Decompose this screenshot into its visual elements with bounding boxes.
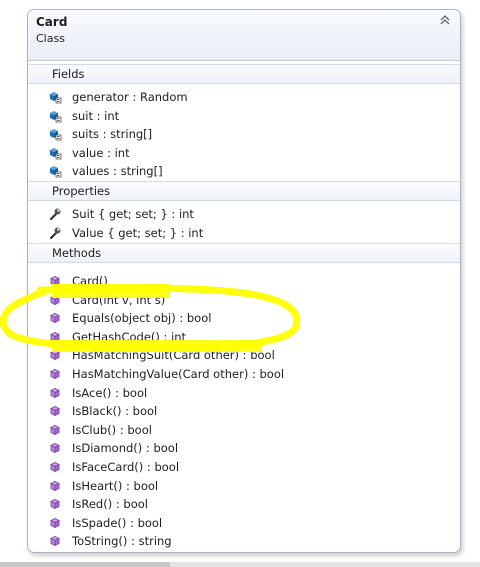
method-label: Equals(object obj) : bool: [72, 311, 212, 326]
method-row[interactable]: IsSpade() : bool: [28, 514, 460, 532]
field-row[interactable]: value : int: [28, 144, 460, 162]
class-header[interactable]: Card Class: [28, 10, 460, 61]
field-row[interactable]: generator : Random: [28, 88, 460, 106]
field-icon: [50, 166, 62, 178]
method-label: HasMatchingSuit(Card other) : bool: [72, 348, 275, 363]
method-cube-icon: [50, 499, 60, 510]
method-label: Card(): [72, 274, 108, 288]
method-cube-icon: [50, 424, 60, 435]
method-label: IsRed() : bool: [72, 497, 148, 512]
method-cube-icon: [50, 480, 60, 491]
method-row[interactable]: Card(int v, int s): [28, 291, 460, 309]
field-icon: [50, 92, 62, 104]
method-label: Card(int v, int s): [72, 292, 166, 307]
method-cube-icon: [50, 536, 60, 547]
section-label-fields: Fields: [52, 67, 85, 81]
field-row[interactable]: suit : int: [28, 107, 460, 125]
section-label-methods: Methods: [52, 246, 102, 260]
method-label: ToString() : string: [72, 534, 172, 549]
property-label: Value { get; set; } : int: [72, 225, 204, 240]
method-label: IsClub() : bool: [72, 422, 152, 437]
method-label: GetHashCode() : int: [72, 329, 187, 344]
method-label: IsSpade() : bool: [72, 515, 163, 530]
method-row[interactable]: Equals(object obj) : bool: [28, 309, 460, 327]
field-label: values : string[]: [72, 164, 163, 179]
field-icon: [50, 110, 62, 122]
property-row[interactable]: Suit { get; set; } : int: [28, 205, 460, 223]
method-row[interactable]: IsClub() : bool: [28, 421, 460, 439]
method-cube-icon: [50, 462, 60, 473]
method-row[interactable]: IsFaceCard() : bool: [28, 458, 460, 476]
method-row[interactable]: GetHashCode() : int: [28, 328, 460, 346]
field-label: suit : int: [72, 108, 120, 123]
method-cube-icon: [50, 517, 60, 528]
method-row[interactable]: HasMatchingValue(Card other) : bool: [28, 365, 460, 383]
wrench-icon: [49, 227, 61, 239]
field-label: generator : Random: [72, 90, 188, 104]
method-cube-icon: [50, 369, 60, 380]
method-label: HasMatchingValue(Card other) : bool: [72, 367, 285, 381]
method-cube-icon: [50, 294, 60, 305]
field-icon: [50, 129, 62, 141]
method-row[interactable]: ToString() : string: [28, 532, 460, 550]
method-label: IsAce() : bool: [72, 385, 148, 400]
method-label: IsFaceCard() : bool: [72, 460, 180, 474]
field-label: suits : string[]: [72, 127, 153, 142]
collapse-chevron-icon[interactable]: [438, 14, 452, 28]
method-cube-icon: [50, 276, 60, 287]
class-kind: Class: [36, 32, 65, 45]
wrench-icon: [49, 208, 61, 221]
section-label-properties: Properties: [52, 184, 111, 198]
method-cube-icon: [50, 350, 60, 361]
property-label: Suit { get; set; } : int: [72, 207, 194, 221]
method-row[interactable]: HasMatchingSuit(Card other) : bool: [28, 346, 460, 364]
section-header-fields[interactable]: Fields: [28, 64, 460, 84]
method-cube-icon: [50, 406, 60, 417]
method-row[interactable]: IsAce() : bool: [28, 384, 460, 402]
horizontal-scrollbar[interactable]: [0, 562, 480, 567]
method-label: IsDiamond() : bool: [72, 441, 179, 456]
method-cube-icon: [50, 331, 60, 342]
class-shape-card[interactable]: Card Class Fields generator : Random suit…: [27, 9, 461, 553]
property-row[interactable]: Value { get; set; } : int: [28, 224, 460, 242]
method-label: IsHeart() : bool: [72, 478, 159, 493]
section-header-methods[interactable]: Methods: [28, 243, 460, 263]
field-label: value : int: [72, 145, 130, 160]
method-row[interactable]: IsDiamond() : bool: [28, 439, 460, 457]
method-cube-icon: [50, 387, 60, 398]
method-label: IsBlack() : bool: [72, 404, 158, 419]
class-title: Card: [36, 15, 68, 29]
method-row[interactable]: IsRed() : bool: [28, 495, 460, 513]
method-cube-icon: [50, 443, 60, 454]
field-row[interactable]: values : string[]: [28, 162, 460, 180]
method-row[interactable]: IsHeart() : bool: [28, 477, 460, 495]
section-header-properties[interactable]: Properties: [28, 181, 460, 201]
field-icon: [50, 147, 62, 160]
method-row[interactable]: Card(): [28, 272, 460, 290]
scrollbar-thumb[interactable]: [0, 562, 170, 567]
method-row[interactable]: IsBlack() : bool: [28, 402, 460, 420]
method-cube-icon: [50, 313, 60, 324]
field-row[interactable]: suits : string[]: [28, 125, 460, 143]
